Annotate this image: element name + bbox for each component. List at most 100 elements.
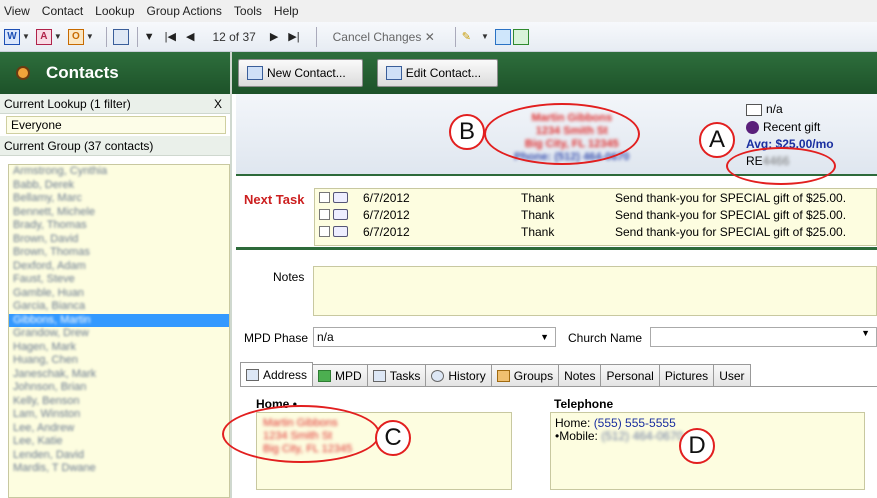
contact-list-item-label: Brown, David (13, 232, 79, 245)
contact-list-item[interactable]: Lee, Andrew (9, 422, 229, 436)
outlook-icon[interactable]: O (67, 28, 84, 45)
access-icon[interactable]: A (35, 28, 52, 45)
contact-list-item-label: Gamble, Huan (13, 286, 84, 299)
contact-list-item[interactable]: Bellamy, Marc (9, 192, 229, 206)
tab-groups[interactable]: Groups (490, 364, 560, 386)
contact-list-item-label: Babb, Derek (13, 178, 75, 191)
contact-list-item[interactable]: Johnson, Brian (9, 381, 229, 395)
outlook-dropdown-arrow[interactable]: ▼ (86, 32, 94, 41)
task-row[interactable]: 6/7/2012 Thank Send thank-you for SPECIA… (315, 206, 876, 223)
address-card-icon (246, 368, 259, 381)
chart-icon[interactable] (494, 28, 511, 45)
contact-list-item[interactable]: Dexford, Adam (9, 260, 229, 274)
menu-help[interactable]: Help (274, 4, 299, 18)
first-record-icon[interactable]: |◀ (165, 30, 176, 43)
tab-tasks-label: Tasks (389, 368, 421, 383)
tab-groups-label: Groups (513, 368, 554, 383)
cancel-changes-label: Cancel Changes (332, 29, 422, 44)
previous-record-icon[interactable]: ◀ (186, 30, 194, 43)
task-row[interactable]: 6/7/2012 Thank Send thank-you for SPECIA… (315, 189, 876, 206)
toolbar-separator (454, 26, 456, 47)
contact-list-item-label: Hagen, Mark (13, 340, 76, 353)
church-name-select[interactable]: ▼ (650, 327, 877, 347)
tab-notes[interactable]: Notes (558, 364, 602, 386)
contact-list-item[interactable]: Hagen, Mark (9, 341, 229, 355)
contact-list-item[interactable]: Armstrong, Cynthia (9, 165, 229, 179)
mpd-phase-value: n/a (317, 330, 334, 344)
contact-list-item[interactable]: Brown, Thomas (9, 246, 229, 260)
money-icon[interactable] (512, 28, 529, 45)
menu-tools[interactable]: Tools (234, 4, 262, 18)
tab-personal[interactable]: Personal (600, 364, 660, 386)
filter-icon[interactable]: ▼ (144, 31, 155, 43)
contact-list-item[interactable]: Garcia, Bianca (9, 300, 229, 314)
contact-list-item[interactable]: Brown, David (9, 233, 229, 247)
task-description: Send thank-you for SPECIAL gift of $25.0… (615, 190, 847, 205)
list-view-icon[interactable] (112, 28, 129, 45)
toolbar-separator (105, 26, 107, 47)
menu-view[interactable]: View (4, 4, 30, 18)
contact-list-item[interactable]: Gibbons, Martin (9, 313, 229, 327)
contact-list-item[interactable]: Brady, Thomas (9, 219, 229, 233)
contact-list-item[interactable]: Bennett, Michele (9, 206, 229, 220)
task-checkbox[interactable] (319, 192, 330, 203)
menu-contact[interactable]: Contact (42, 4, 83, 18)
task-checkbox[interactable] (319, 209, 330, 220)
contact-list-item[interactable]: Lenden, David (9, 449, 229, 463)
mpd-phase-select[interactable]: n/a ▼ (313, 327, 556, 347)
menu-group-actions[interactable]: Group Actions (147, 4, 222, 18)
last-record-icon[interactable]: ▶| (288, 30, 299, 43)
contact-list-item-label: Brown, Thomas (13, 246, 90, 258)
contact-list-item-label: Garcia, Bianca (13, 300, 86, 312)
contact-list-item[interactable]: Faust, Steve (9, 273, 229, 287)
contact-list-item[interactable]: Babb, Derek (9, 179, 229, 193)
contact-list-item-label: Mardis, T Dwane (13, 462, 96, 474)
task-checkbox[interactable] (319, 226, 330, 237)
contact-list-item[interactable]: Gamble, Huan (9, 287, 229, 301)
new-contact-label: New Contact... (267, 66, 346, 80)
contact-list-item-label: Kelly, Benson (13, 394, 80, 407)
pen-dropdown-arrow[interactable]: ▼ (481, 32, 489, 41)
cancel-changes-button[interactable]: Cancel Changes ✕ (333, 30, 435, 44)
contact-list-item[interactable]: Janeschak, Mark (9, 368, 229, 382)
contact-list-item[interactable]: Lam, Winston (9, 408, 229, 422)
close-icon: ✕ (424, 29, 435, 44)
tab-mpd[interactable]: MPD (312, 364, 368, 386)
access-dropdown-arrow[interactable]: ▼ (54, 32, 62, 41)
new-contact-button[interactable]: New Contact... (238, 59, 363, 87)
contact-list-item[interactable]: Huang, Chen (9, 354, 229, 368)
word-dropdown-arrow[interactable]: ▼ (22, 32, 30, 41)
notes-field[interactable] (313, 266, 877, 316)
toolbar: W ▼ A ▼ O ▼ ▼ |◀ ◀ 12 of 37 ▶ ▶| Cancel … (0, 22, 877, 52)
clear-lookup-button[interactable]: X (214, 97, 222, 111)
current-lookup-row: Current Lookup (1 filter) X (0, 94, 230, 114)
menu-bar: View Contact Lookup Group Actions Tools … (0, 0, 877, 22)
tab-user[interactable]: User (713, 364, 751, 386)
contact-list-item[interactable]: Mardis, T Dwane (9, 462, 229, 476)
contact-list: Armstrong, Cynthia Babb, Derek Bellamy, Ma… (8, 164, 230, 498)
contact-list-item-label: Gibbons, Martin (13, 313, 91, 326)
contact-list-item-label: Lam, Winston (13, 408, 81, 420)
lookup-value[interactable]: Everyone (6, 116, 226, 134)
contact-list-item[interactable]: Grandow, Drew (9, 327, 229, 341)
task-row[interactable]: 6/7/2012 Thank Send thank-you for SPECIA… (315, 223, 876, 240)
toolbar-separator (136, 26, 138, 47)
task-type: Thank (521, 207, 555, 222)
next-record-icon[interactable]: ▶ (270, 30, 278, 43)
pen-icon[interactable]: ✎ (462, 30, 471, 43)
na-checkbox[interactable] (746, 103, 762, 116)
telephone-title: Telephone (554, 397, 614, 411)
church-name-label: Church Name (568, 331, 643, 345)
tab-history[interactable]: History (425, 364, 492, 386)
contact-list-item-label: Lee, Andrew (13, 421, 75, 434)
contact-list-item[interactable]: Kelly, Benson (9, 395, 229, 409)
tab-address[interactable]: Address (240, 362, 314, 386)
annotation-ellipse-c (222, 405, 380, 463)
word-icon[interactable]: W (4, 28, 20, 45)
edit-contact-button[interactable]: Edit Contact... (376, 59, 499, 87)
contact-list-item[interactable]: Lee, Katie (9, 435, 229, 449)
menu-lookup[interactable]: Lookup (95, 4, 134, 18)
tab-pictures[interactable]: Pictures (658, 364, 715, 386)
annotation-ellipse-b (484, 103, 640, 165)
tab-tasks[interactable]: Tasks (366, 364, 427, 386)
